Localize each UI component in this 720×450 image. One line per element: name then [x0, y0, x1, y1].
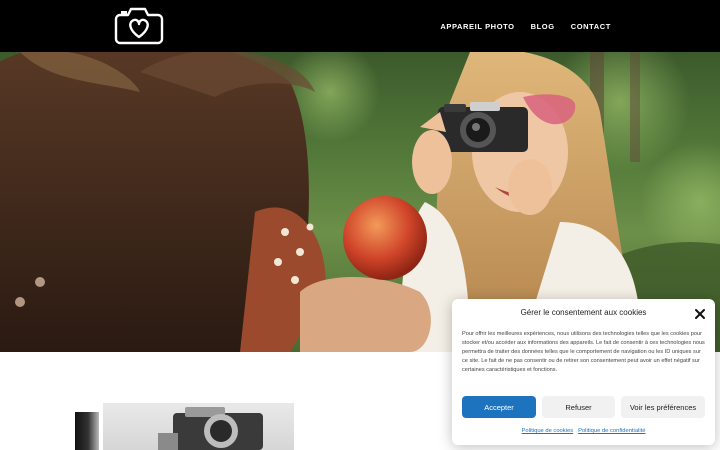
cookie-policy-links: Politique de cookies Politique de confid…	[452, 428, 715, 434]
nav-item-contact[interactable]: CONTACT	[571, 22, 611, 31]
preferences-button[interactable]: Voir les préférences	[621, 396, 705, 418]
nav-item-appareil-photo[interactable]: APPAREIL PHOTO	[440, 22, 514, 31]
article-thumbnail-camera[interactable]	[103, 403, 294, 450]
accept-button[interactable]: Accepter	[462, 396, 536, 418]
article-thumbnail-dark[interactable]	[75, 412, 99, 450]
cookie-dialog-body: Pour offrir les meilleures expériences, …	[462, 331, 705, 373]
privacy-policy-link[interactable]: Politique de confidentialité	[578, 428, 645, 434]
close-icon[interactable]	[694, 307, 706, 319]
cookie-consent-dialog: Gérer le consentement aux cookies Pour o…	[452, 299, 715, 445]
main-nav: APPAREIL PHOTO BLOG CONTACT	[440, 0, 611, 52]
refuse-button[interactable]: Refuser	[542, 396, 615, 418]
site-header: APPAREIL PHOTO BLOG CONTACT	[0, 0, 720, 52]
cookie-policy-link[interactable]: Politique de cookies	[522, 428, 574, 434]
nav-item-blog[interactable]: BLOG	[531, 22, 555, 31]
cookie-dialog-title: Gérer le consentement aux cookies	[520, 308, 647, 317]
camera-heart-logo-icon[interactable]	[112, 3, 166, 49]
cookie-button-row: Accepter Refuser Voir les préférences	[462, 396, 705, 418]
